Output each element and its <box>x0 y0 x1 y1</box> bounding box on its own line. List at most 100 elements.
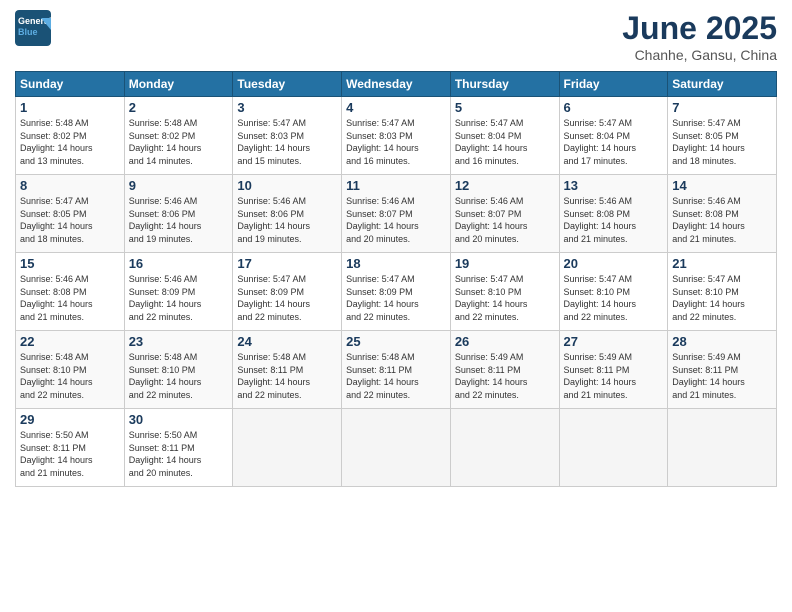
day-info: Sunrise: 5:47 AM Sunset: 8:03 PM Dayligh… <box>237 117 337 167</box>
day-info: Sunrise: 5:47 AM Sunset: 8:09 PM Dayligh… <box>237 273 337 323</box>
day-info: Sunrise: 5:48 AM Sunset: 8:02 PM Dayligh… <box>129 117 229 167</box>
day-number: 22 <box>20 334 120 349</box>
day-number: 29 <box>20 412 120 427</box>
day-info: Sunrise: 5:48 AM Sunset: 8:10 PM Dayligh… <box>20 351 120 401</box>
calendar-cell: 21 Sunrise: 5:47 AM Sunset: 8:10 PM Dayli… <box>668 253 777 331</box>
calendar-cell: 17 Sunrise: 5:47 AM Sunset: 8:09 PM Dayli… <box>233 253 342 331</box>
calendar-cell: 20 Sunrise: 5:47 AM Sunset: 8:10 PM Dayli… <box>559 253 668 331</box>
day-number: 28 <box>672 334 772 349</box>
calendar-week-row: 8 Sunrise: 5:47 AM Sunset: 8:05 PM Daylig… <box>16 175 777 253</box>
day-number: 12 <box>455 178 555 193</box>
calendar-cell: 23Sunrise: 5:48 AM Sunset: 8:10 PM Dayli… <box>124 331 233 409</box>
day-info: Sunrise: 5:49 AM Sunset: 8:11 PM Dayligh… <box>455 351 555 401</box>
calendar-week-row: 22 Sunrise: 5:48 AM Sunset: 8:10 PM Dayli… <box>16 331 777 409</box>
day-info: Sunrise: 5:46 AM Sunset: 8:07 PM Dayligh… <box>346 195 446 245</box>
weekday-header-saturday: Saturday <box>668 72 777 97</box>
day-info: Sunrise: 5:47 AM Sunset: 8:04 PM Dayligh… <box>455 117 555 167</box>
calendar-cell: 22 Sunrise: 5:48 AM Sunset: 8:10 PM Dayli… <box>16 331 125 409</box>
calendar-cell: 19 Sunrise: 5:47 AM Sunset: 8:10 PM Dayli… <box>450 253 559 331</box>
day-info: Sunrise: 5:46 AM Sunset: 8:07 PM Dayligh… <box>455 195 555 245</box>
day-number: 20 <box>564 256 664 271</box>
header: General Blue June 2025 Chanhe, Gansu, Ch… <box>15 10 777 63</box>
day-number: 7 <box>672 100 772 115</box>
day-number: 10 <box>237 178 337 193</box>
day-info: Sunrise: 5:49 AM Sunset: 8:11 PM Dayligh… <box>672 351 772 401</box>
calendar-week-row: 15 Sunrise: 5:46 AM Sunset: 8:08 PM Dayli… <box>16 253 777 331</box>
day-number: 1 <box>20 100 120 115</box>
day-number: 25 <box>346 334 446 349</box>
weekday-header-row: SundayMondayTuesdayWednesdayThursdayFrid… <box>16 72 777 97</box>
title-area: June 2025 Chanhe, Gansu, China <box>622 10 777 63</box>
calendar-cell: 18 Sunrise: 5:47 AM Sunset: 8:09 PM Dayli… <box>342 253 451 331</box>
day-number: 11 <box>346 178 446 193</box>
calendar-cell: 2 Sunrise: 5:48 AM Sunset: 8:02 PM Daylig… <box>124 97 233 175</box>
weekday-header-tuesday: Tuesday <box>233 72 342 97</box>
day-info: Sunrise: 5:46 AM Sunset: 8:06 PM Dayligh… <box>129 195 229 245</box>
calendar-cell: 5 Sunrise: 5:47 AM Sunset: 8:04 PM Daylig… <box>450 97 559 175</box>
calendar-title: June 2025 <box>622 10 777 47</box>
day-info: Sunrise: 5:47 AM Sunset: 8:10 PM Dayligh… <box>672 273 772 323</box>
day-info: Sunrise: 5:48 AM Sunset: 8:02 PM Dayligh… <box>20 117 120 167</box>
day-info: Sunrise: 5:47 AM Sunset: 8:10 PM Dayligh… <box>455 273 555 323</box>
day-number: 14 <box>672 178 772 193</box>
calendar-cell: 24Sunrise: 5:48 AM Sunset: 8:11 PM Dayli… <box>233 331 342 409</box>
calendar-cell: 13Sunrise: 5:46 AM Sunset: 8:08 PM Dayli… <box>559 175 668 253</box>
calendar-cell: 10Sunrise: 5:46 AM Sunset: 8:06 PM Dayli… <box>233 175 342 253</box>
day-number: 27 <box>564 334 664 349</box>
day-number: 5 <box>455 100 555 115</box>
day-number: 9 <box>129 178 229 193</box>
calendar-cell: 7 Sunrise: 5:47 AM Sunset: 8:05 PM Daylig… <box>668 97 777 175</box>
calendar-cell: 26 Sunrise: 5:49 AM Sunset: 8:11 PM Dayli… <box>450 331 559 409</box>
day-number: 24 <box>237 334 337 349</box>
day-number: 18 <box>346 256 446 271</box>
calendar-cell: 9 Sunrise: 5:46 AM Sunset: 8:06 PM Daylig… <box>124 175 233 253</box>
day-info: Sunrise: 5:48 AM Sunset: 8:11 PM Dayligh… <box>346 351 446 401</box>
day-number: 17 <box>237 256 337 271</box>
day-number: 8 <box>20 178 120 193</box>
weekday-header-thursday: Thursday <box>450 72 559 97</box>
day-info: Sunrise: 5:47 AM Sunset: 8:10 PM Dayligh… <box>564 273 664 323</box>
day-info: Sunrise: 5:47 AM Sunset: 8:09 PM Dayligh… <box>346 273 446 323</box>
day-number: 2 <box>129 100 229 115</box>
day-info: Sunrise: 5:49 AM Sunset: 8:11 PM Dayligh… <box>564 351 664 401</box>
weekday-header-monday: Monday <box>124 72 233 97</box>
day-number: 19 <box>455 256 555 271</box>
calendar-cell: 30Sunrise: 5:50 AM Sunset: 8:11 PM Dayli… <box>124 409 233 487</box>
calendar-cell: 14Sunrise: 5:46 AM Sunset: 8:08 PM Dayli… <box>668 175 777 253</box>
calendar-cell: 11 Sunrise: 5:46 AM Sunset: 8:07 PM Dayli… <box>342 175 451 253</box>
calendar-cell: 15 Sunrise: 5:46 AM Sunset: 8:08 PM Dayli… <box>16 253 125 331</box>
day-number: 26 <box>455 334 555 349</box>
day-info: Sunrise: 5:47 AM Sunset: 8:05 PM Dayligh… <box>20 195 120 245</box>
day-info: Sunrise: 5:47 AM Sunset: 8:04 PM Dayligh… <box>564 117 664 167</box>
svg-text:Blue: Blue <box>18 27 38 37</box>
calendar-cell: 28 Sunrise: 5:49 AM Sunset: 8:11 PM Dayli… <box>668 331 777 409</box>
weekday-header-wednesday: Wednesday <box>342 72 451 97</box>
calendar-week-row: 1 Sunrise: 5:48 AM Sunset: 8:02 PM Daylig… <box>16 97 777 175</box>
day-info: Sunrise: 5:46 AM Sunset: 8:08 PM Dayligh… <box>20 273 120 323</box>
calendar-cell: 27 Sunrise: 5:49 AM Sunset: 8:11 PM Dayli… <box>559 331 668 409</box>
calendar-table: SundayMondayTuesdayWednesdayThursdayFrid… <box>15 71 777 487</box>
calendar-cell: 3 Sunrise: 5:47 AM Sunset: 8:03 PM Daylig… <box>233 97 342 175</box>
calendar-cell <box>233 409 342 487</box>
calendar-cell: 16Sunrise: 5:46 AM Sunset: 8:09 PM Dayli… <box>124 253 233 331</box>
day-number: 3 <box>237 100 337 115</box>
logo-icon: General Blue <box>15 10 51 46</box>
calendar-cell <box>668 409 777 487</box>
logo: General Blue <box>15 10 51 46</box>
calendar-cell <box>450 409 559 487</box>
calendar-cell: 4 Sunrise: 5:47 AM Sunset: 8:03 PM Daylig… <box>342 97 451 175</box>
day-number: 16 <box>129 256 229 271</box>
day-number: 6 <box>564 100 664 115</box>
day-info: Sunrise: 5:47 AM Sunset: 8:03 PM Dayligh… <box>346 117 446 167</box>
calendar-cell: 29 Sunrise: 5:50 AM Sunset: 8:11 PM Dayli… <box>16 409 125 487</box>
calendar-cell: 12 Sunrise: 5:46 AM Sunset: 8:07 PM Dayli… <box>450 175 559 253</box>
day-number: 30 <box>129 412 229 427</box>
day-number: 21 <box>672 256 772 271</box>
page: General Blue June 2025 Chanhe, Gansu, Ch… <box>0 0 792 612</box>
day-number: 15 <box>20 256 120 271</box>
day-info: Sunrise: 5:47 AM Sunset: 8:05 PM Dayligh… <box>672 117 772 167</box>
calendar-cell: 25 Sunrise: 5:48 AM Sunset: 8:11 PM Dayli… <box>342 331 451 409</box>
calendar-cell <box>559 409 668 487</box>
day-number: 4 <box>346 100 446 115</box>
day-info: Sunrise: 5:50 AM Sunset: 8:11 PM Dayligh… <box>20 429 120 479</box>
